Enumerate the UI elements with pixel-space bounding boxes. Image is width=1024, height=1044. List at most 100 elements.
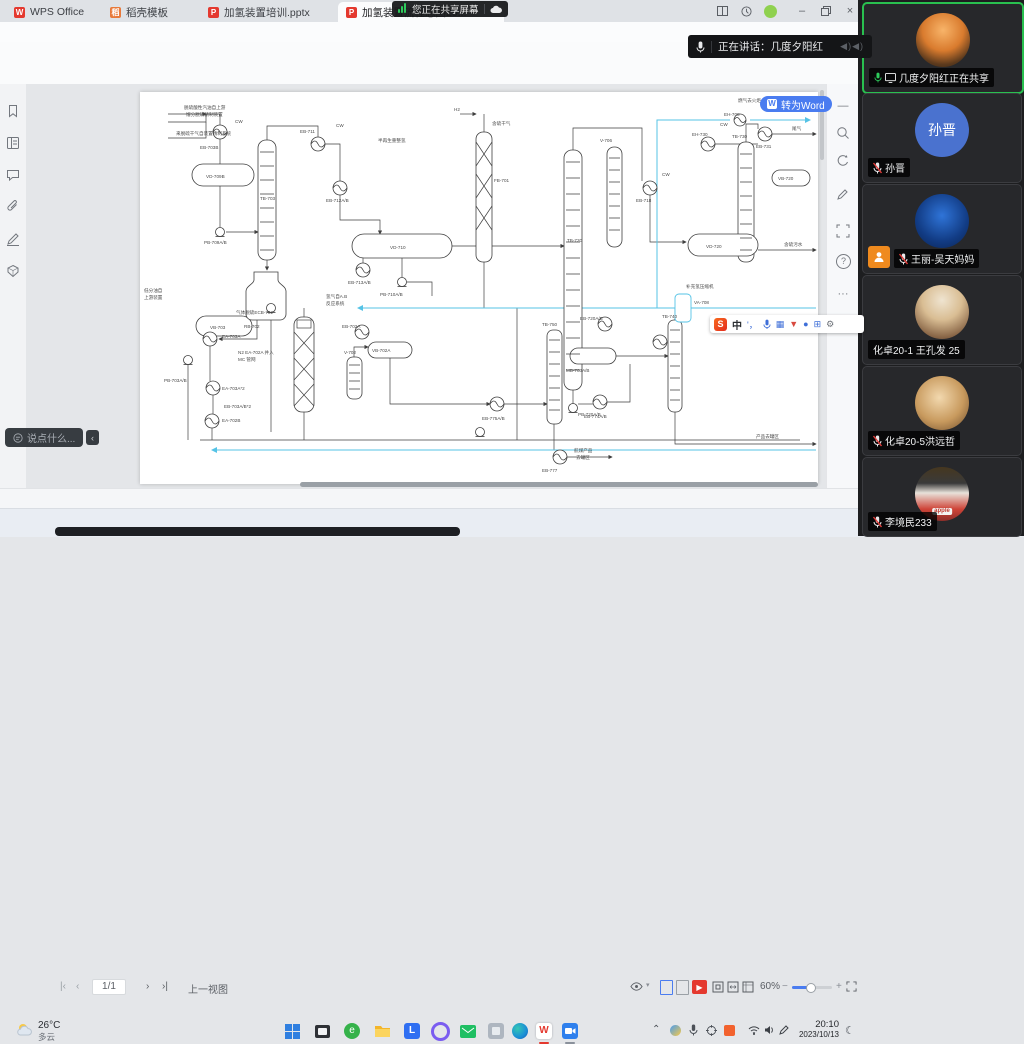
meeting-app-icon[interactable] <box>559 1020 581 1042</box>
convert-to-word-button[interactable]: W 转为Word <box>760 96 832 112</box>
pen-icon[interactable] <box>779 1025 790 1035</box>
weather-icon[interactable] <box>16 1022 34 1038</box>
tray-mic-icon[interactable] <box>689 1024 698 1036</box>
tab-wps-home[interactable]: W WPS Office <box>6 2 108 22</box>
svg-text:VD-720: VD-720 <box>706 244 722 249</box>
eye-dropdown-icon[interactable]: ▾ <box>646 981 650 989</box>
thumbnails-icon[interactable] <box>6 136 20 150</box>
ime-skin-icon[interactable]: ▼ <box>789 319 798 329</box>
mail-icon[interactable] <box>457 1020 479 1042</box>
task-view-icon[interactable] <box>311 1020 333 1042</box>
svg-text:EB-711: EB-711 <box>300 129 315 134</box>
first-page-button[interactable]: |‹ <box>60 981 66 992</box>
help-icon[interactable]: ? <box>836 254 851 269</box>
svg-text:CW: CW <box>235 119 243 124</box>
meeting-chat-pill[interactable]: 说点什么... <box>5 428 83 447</box>
volume-icon[interactable] <box>764 1025 775 1035</box>
status-page-box[interactable]: 1/1 <box>92 979 126 995</box>
participant-tile[interactable]: 化卓20-5洪远哲 <box>862 366 1022 456</box>
svg-text:EB-702A: EB-702A <box>342 324 361 329</box>
horizontal-scrollbar[interactable] <box>300 482 818 487</box>
doc-search-icon[interactable] <box>836 126 850 140</box>
mic-on-icon <box>874 72 882 83</box>
participant-tile-sharing[interactable]: 几度夕阳红正在共享 <box>862 2 1024 94</box>
ime-mode-cn[interactable]: 中 <box>732 317 742 332</box>
eye-protect-icon[interactable] <box>630 981 643 992</box>
stamp-icon[interactable] <box>6 264 20 278</box>
last-page-button[interactable]: ›| <box>162 981 168 992</box>
fit-width-button[interactable] <box>727 981 739 993</box>
participant-name-pill: 几度夕阳红正在共享 <box>869 68 994 87</box>
participant-tile[interactable]: apple 李境民233 <box>862 457 1022 537</box>
weather-widget[interactable]: 26°C 多云 <box>38 1020 60 1043</box>
bookmark-icon[interactable] <box>6 104 20 118</box>
tray-target-icon[interactable] <box>706 1025 717 1036</box>
more-tools-icon[interactable]: ··· <box>836 288 850 302</box>
prev-view-button[interactable]: 上一视图 <box>188 981 228 996</box>
participant-tile[interactable]: 孙晋 孙晋 <box>862 93 1022 183</box>
svg-text:RB-702: RB-702 <box>244 324 260 329</box>
zoom-plus-button[interactable]: + <box>836 981 842 992</box>
screen-share-banner[interactable]: 您正在共享屏幕 <box>392 1 508 17</box>
wps-taskbar-icon[interactable]: W <box>533 1020 555 1042</box>
start-button[interactable] <box>281 1020 303 1042</box>
svg-text:TB-750: TB-750 <box>542 322 558 327</box>
history-icon[interactable] <box>738 4 754 18</box>
ime-mic-icon[interactable] <box>763 319 771 330</box>
svg-text:CW: CW <box>336 123 344 128</box>
chat-collapse-button[interactable]: ‹ <box>86 430 99 445</box>
ime-board-icon[interactable]: ▦ <box>776 319 785 330</box>
actual-size-button[interactable] <box>742 981 754 993</box>
account-avatar[interactable] <box>762 4 778 18</box>
tab-pptx[interactable]: P 加氢装置培训.pptx <box>200 2 348 22</box>
participant-tile[interactable]: 化卓20-1 王孔发 25 <box>862 275 1022 365</box>
tab-template[interactable]: 稻 稻壳模板 <box>102 2 210 22</box>
next-page-button[interactable]: › <box>146 981 149 992</box>
restore-button[interactable] <box>818 4 834 18</box>
tray-app-icon[interactable] <box>670 1025 681 1036</box>
photos-icon[interactable] <box>485 1020 507 1042</box>
comment-icon[interactable] <box>6 168 20 182</box>
night-mode-icon[interactable]: ☾ <box>845 1024 855 1037</box>
status-play-button[interactable]: ▶ <box>692 980 707 994</box>
ime-punct-icon[interactable]: '， <box>747 318 758 331</box>
attachment-icon[interactable] <box>6 200 20 214</box>
participant-tile[interactable]: 王丽-吴天妈妈 <box>862 184 1022 274</box>
file-explorer-icon[interactable] <box>371 1020 393 1042</box>
svg-text:产品去罐区: 产品去罐区 <box>756 433 779 440</box>
annotate-icon[interactable] <box>836 188 850 202</box>
taskbar-clock[interactable]: 20:10 2023/10/13 <box>793 1019 839 1039</box>
zoom-minus-button[interactable]: − <box>782 981 788 992</box>
ime-settings-gear-icon[interactable]: ⚙ <box>826 319 834 330</box>
status-single-page[interactable] <box>660 980 673 995</box>
edge-browser-icon[interactable] <box>509 1020 531 1042</box>
tray-orange-icon[interactable] <box>724 1025 735 1036</box>
sharing-signal-icon <box>398 3 407 16</box>
split-view-icon[interactable] <box>714 4 730 18</box>
ime-toolbox-icon[interactable]: ● <box>803 319 808 329</box>
app-l-icon[interactable]: L <box>401 1020 423 1042</box>
minimize-button[interactable]: – <box>794 4 810 18</box>
fullscreen-icon[interactable] <box>846 981 857 992</box>
collapse-icon[interactable]: — <box>836 100 850 114</box>
zoom-slider[interactable] <box>792 986 832 989</box>
participant-name: 李境民233 <box>885 514 932 529</box>
svg-text:VB-720: VB-720 <box>778 176 794 181</box>
ime-grid-icon[interactable]: ⊞ <box>814 319 822 330</box>
capture-frame-icon[interactable] <box>836 224 850 238</box>
prev-page-button[interactable]: ‹ <box>76 981 79 992</box>
wifi-icon[interactable] <box>748 1026 760 1035</box>
fit-page-button[interactable] <box>712 981 724 993</box>
tray-chevron-icon[interactable]: ⌃ <box>652 1024 660 1035</box>
app-ring-icon[interactable] <box>429 1020 451 1042</box>
svg-text:EA-703A: EA-703A <box>222 334 241 339</box>
status-double-page[interactable] <box>676 980 689 995</box>
svg-text:尾气: 尾气 <box>792 125 802 132</box>
close-button[interactable]: × <box>842 4 858 18</box>
meeting-control-bar[interactable] <box>55 527 460 536</box>
sogou-logo-icon[interactable]: S <box>714 318 727 331</box>
sync-icon[interactable] <box>836 154 850 168</box>
wps-window: W WPS Office 稻 稻壳模板 P 加氢装置培训.pptx P 加氢装置… <box>0 0 858 508</box>
browser-360-icon[interactable]: e <box>341 1020 363 1042</box>
signature-pen-icon[interactable] <box>6 232 20 246</box>
